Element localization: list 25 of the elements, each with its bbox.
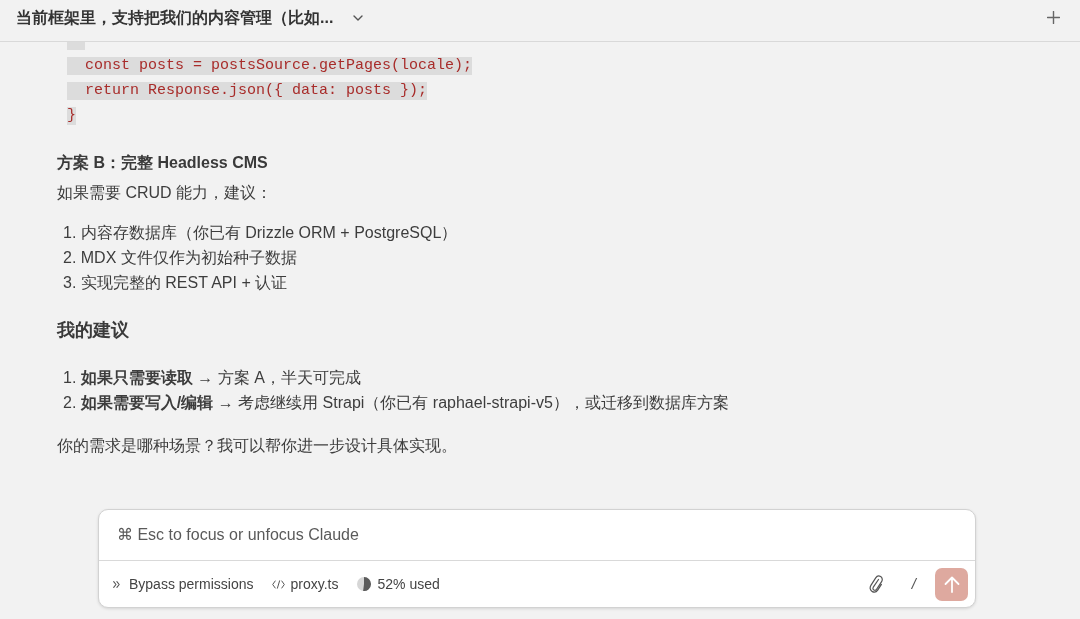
- paragraph-text: 你的需求是哪种场景？我可以帮你进一步设计具体实现。: [57, 436, 457, 456]
- attach-button[interactable]: [868, 575, 885, 593]
- file-chip[interactable]: proxy.ts: [271, 573, 339, 595]
- list-item-text: 1. 内容存数据库（你已有 Drizzle ORM + PostgreSQL）: [63, 223, 458, 243]
- message-composer[interactable]: ⌘ Esc to focus or unfocus Claude Bypass permissions proxy.ts 52% used /: [98, 509, 976, 608]
- code-icon: [271, 579, 285, 589]
- prompt-input[interactable]: ⌘ Esc to focus or unfocus Claude: [99, 510, 975, 560]
- slash-command-button[interactable]: /: [911, 575, 916, 593]
- context-usage-pie-icon: [357, 577, 372, 591]
- new-tab-button[interactable]: [1046, 10, 1060, 25]
- list-item-text: 2. 如果需要写入/编辑 → 考虑继续用 Strapi（你已有 raphael-strapi-v5），或迁移到数据库方案: [63, 393, 729, 413]
- section-subheading: 方案 B：完整 Headless CMS: [57, 153, 268, 173]
- list-item-text: 1. 如果只需要读取 → 方案 A，半天可完成: [63, 368, 361, 388]
- paperclip-icon: [869, 575, 885, 593]
- chevron-down-icon: [353, 14, 364, 21]
- context-usage-text: 52% used: [377, 574, 440, 594]
- plus-icon: [1046, 11, 1060, 24]
- paragraph-text: 如果需要 CRUD 能力，建议：: [57, 183, 273, 203]
- section-heading: 我的建议: [57, 319, 129, 342]
- list-item-text: 3. 实现完整的 REST API + 认证: [63, 273, 288, 293]
- permission-mode-button[interactable]: Bypass permissions: [113, 573, 254, 595]
- conversation-title-dropdown[interactable]: 当前框架里，支持把我们的内容管理（比如...: [16, 7, 364, 28]
- arrow-up-icon: [943, 575, 960, 593]
- list-item-text: 2. MDX 文件仅作为初始种子数据: [63, 248, 297, 268]
- double-chevron-icon: [113, 580, 120, 588]
